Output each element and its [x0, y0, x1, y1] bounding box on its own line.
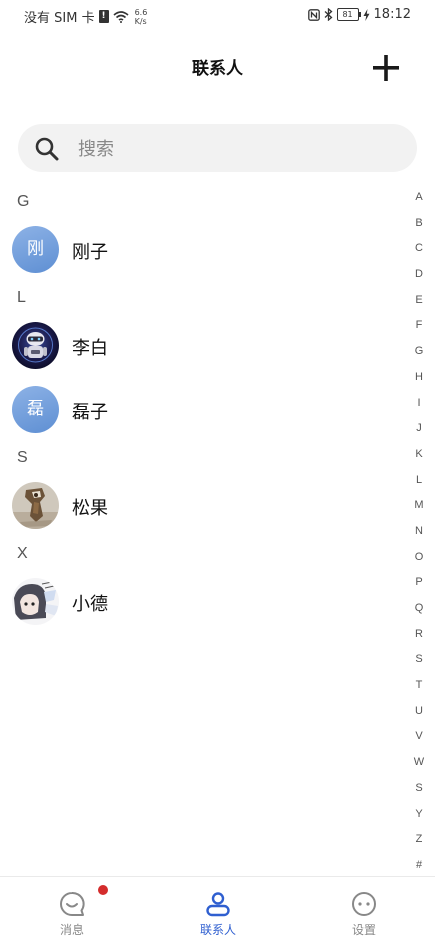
contact-name: 刚子 — [72, 242, 108, 263]
status-bar: 没有 SIM 卡 ! 6.6 K/s 81 18:12 — [0, 0, 435, 30]
settings-icon — [352, 892, 376, 916]
add-contact-button[interactable] — [366, 48, 406, 88]
avatar: 磊 — [12, 386, 59, 433]
index-letter[interactable]: U — [406, 703, 432, 729]
index-letter[interactable]: P — [406, 574, 432, 600]
index-letter[interactable]: L — [406, 472, 432, 498]
nav-label: 联系人 — [199, 923, 236, 937]
index-letter[interactable]: K — [406, 446, 432, 472]
anime-avatar-image — [12, 578, 59, 625]
section-header-g: G — [17, 193, 30, 210]
contact-row-leizi[interactable]: 磊 磊子 — [0, 378, 400, 442]
nav-messages[interactable]: 消息 — [12, 877, 132, 947]
nav-label: 设置 — [351, 923, 376, 937]
figure-avatar-image — [12, 482, 59, 529]
avatar: 刚 — [12, 226, 59, 273]
index-letter[interactable]: J — [406, 420, 432, 446]
search-icon — [35, 137, 59, 161]
index-letter[interactable]: V — [406, 728, 432, 754]
index-letter[interactable]: D — [406, 266, 432, 292]
contacts-icon — [206, 892, 230, 917]
unread-badge-dot — [98, 885, 108, 895]
contact-row-libai[interactable]: 李白 — [0, 314, 400, 378]
index-letter[interactable]: A — [406, 189, 432, 215]
alphabet-index-bar[interactable]: A B C D E F G H I J K L M N O P Q R S T U V W S Y Z # — [406, 189, 432, 883]
section-header-s: S — [17, 449, 28, 466]
status-right: 81 18:12 — [307, 7, 411, 22]
index-letter[interactable]: B — [406, 215, 432, 241]
index-letter[interactable]: F — [406, 317, 432, 343]
contact-name: 李白 — [72, 338, 108, 359]
status-left: 没有 SIM 卡 ! 6.6 K/s — [24, 7, 148, 27]
contact-name: 松果 — [72, 498, 108, 519]
contact-row-xiaode[interactable]: 小德 — [0, 570, 400, 634]
index-letter[interactable]: S — [406, 780, 432, 806]
contact-row-songguo[interactable]: 松果 — [0, 474, 400, 538]
contact-list: G 刚 刚子 L 李白 磊 磊子 S 松果 X 小德 — [0, 186, 400, 634]
index-letter[interactable]: H — [406, 369, 432, 395]
sim-alert-icon: ! — [98, 10, 109, 23]
index-letter[interactable]: Q — [406, 600, 432, 626]
index-letter[interactable]: I — [406, 395, 432, 421]
clock: 18:12 — [373, 7, 411, 22]
robot-avatar-image — [12, 322, 59, 369]
index-letter[interactable]: R — [406, 626, 432, 652]
plus-icon — [373, 55, 399, 81]
index-letter[interactable]: N — [406, 523, 432, 549]
index-letter[interactable]: T — [406, 677, 432, 703]
index-letter[interactable]: C — [406, 240, 432, 266]
avatar — [12, 482, 59, 529]
index-letter[interactable]: O — [406, 549, 432, 575]
net-speed-unit: K/s — [134, 16, 147, 26]
header: 联系人 — [0, 40, 435, 96]
index-letter[interactable]: S — [406, 651, 432, 677]
message-icon — [60, 892, 85, 916]
search-bar[interactable] — [18, 124, 417, 174]
section-header-l: L — [17, 289, 26, 306]
nav-label: 消息 — [59, 923, 84, 937]
bluetooth-icon — [324, 8, 333, 21]
bottom-nav: 消息 联系人 设置 — [0, 876, 435, 947]
section-header-x: X — [17, 545, 28, 562]
avatar — [12, 578, 59, 625]
carrier-text: 没有 SIM 卡 — [24, 11, 95, 26]
net-speed-value: 6.6 — [134, 7, 148, 17]
charging-icon — [363, 8, 370, 21]
nav-contacts[interactable]: 联系人 — [158, 877, 278, 947]
index-letter[interactable]: G — [406, 343, 432, 369]
search-input[interactable] — [76, 124, 400, 174]
index-letter[interactable]: M — [406, 497, 432, 523]
index-letter[interactable]: E — [406, 292, 432, 318]
avatar — [12, 322, 59, 369]
nav-settings[interactable]: 设置 — [304, 877, 424, 947]
contact-name: 磊子 — [72, 402, 108, 423]
index-letter[interactable]: W — [406, 754, 432, 780]
index-letter[interactable]: Z — [406, 831, 432, 857]
contact-row-gangzi[interactable]: 刚 刚子 — [0, 218, 400, 282]
battery-indicator: 81 — [336, 8, 361, 21]
contacts-screen: 没有 SIM 卡 ! 6.6 K/s 81 18:12 联系人 搜索 G 刚 刚… — [0, 0, 435, 947]
nfc-icon — [307, 8, 320, 21]
net-speed: 6.6 K/s — [135, 8, 148, 26]
contact-name: 小德 — [72, 594, 108, 615]
index-letter[interactable]: Y — [406, 806, 432, 832]
wifi-icon — [113, 10, 129, 23]
